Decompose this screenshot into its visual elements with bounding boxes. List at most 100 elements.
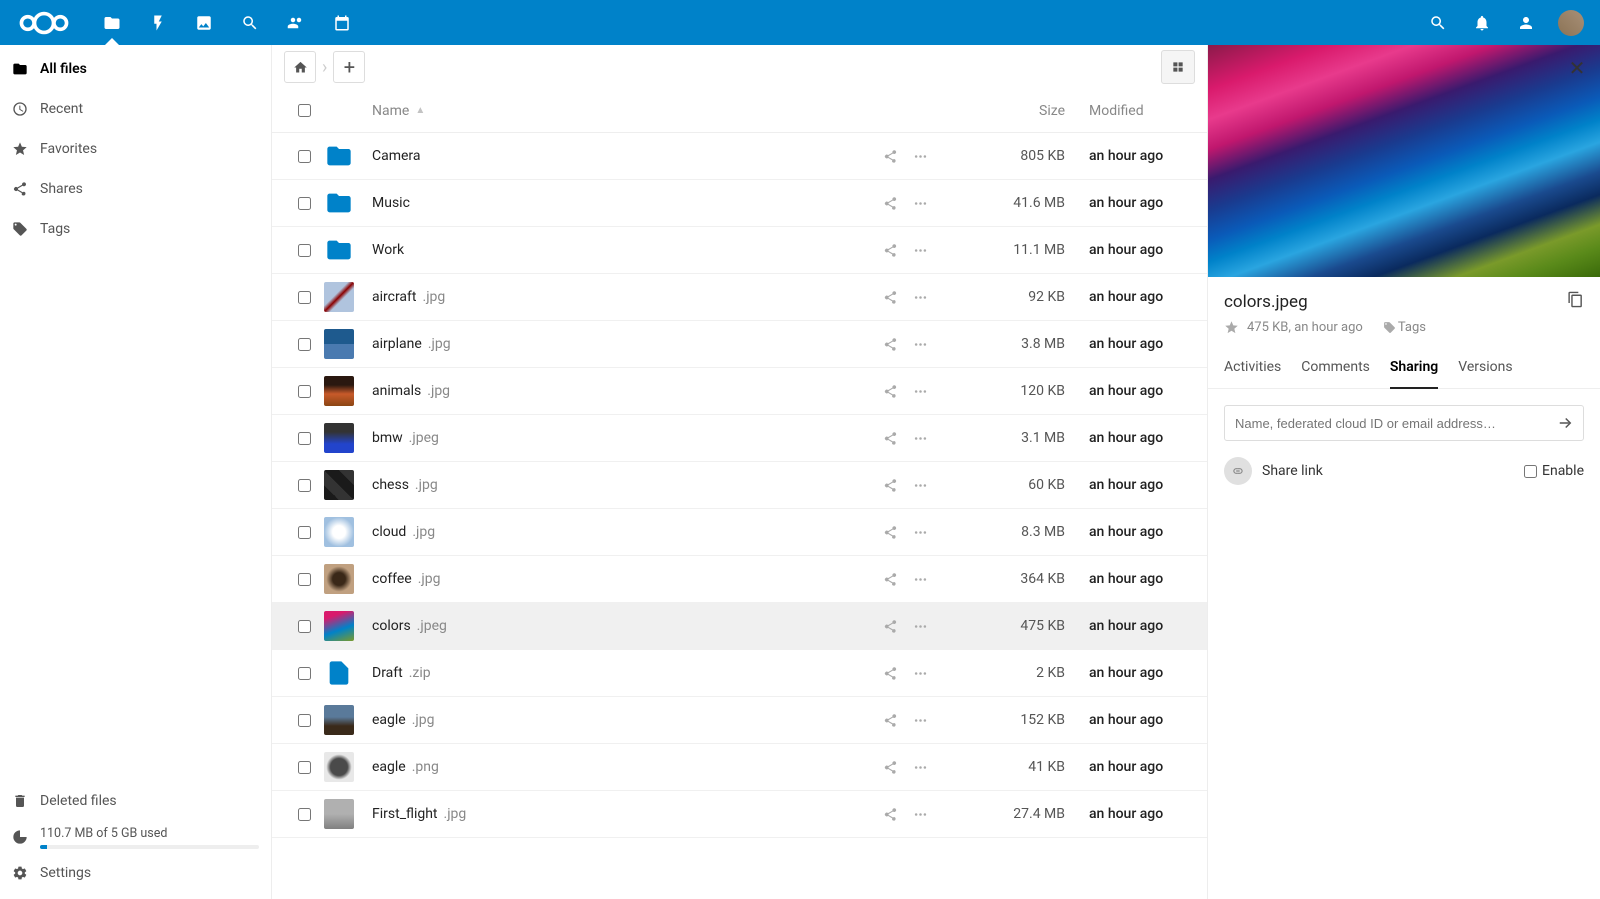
file-row[interactable]: Work11.1 MBan hour ago <box>272 227 1207 274</box>
row-checkbox[interactable] <box>298 338 311 351</box>
new-button[interactable]: + <box>333 51 365 83</box>
more-action[interactable] <box>905 282 935 312</box>
file-row[interactable]: eagle.jpg152 KBan hour ago <box>272 697 1207 744</box>
more-action[interactable] <box>905 658 935 688</box>
modified-column-header[interactable]: Modified <box>1065 103 1195 119</box>
files-app-icon[interactable] <box>92 0 132 45</box>
more-action[interactable] <box>905 705 935 735</box>
share-action[interactable] <box>875 658 905 688</box>
share-action[interactable] <box>875 188 905 218</box>
share-action[interactable] <box>875 329 905 359</box>
row-checkbox[interactable] <box>298 291 311 304</box>
share-action[interactable] <box>875 752 905 782</box>
more-action[interactable] <box>905 376 935 406</box>
share-action[interactable] <box>875 423 905 453</box>
more-action[interactable] <box>905 329 935 359</box>
more-action[interactable] <box>905 235 935 265</box>
file-row[interactable]: cloud.jpg8.3 MBan hour ago <box>272 509 1207 556</box>
file-row[interactable]: Draft.zip2 KBan hour ago <box>272 650 1207 697</box>
row-checkbox[interactable] <box>298 573 311 586</box>
tab-comments[interactable]: Comments <box>1301 359 1370 388</box>
more-action[interactable] <box>905 752 935 782</box>
more-action[interactable] <box>905 423 935 453</box>
file-row[interactable]: eagle.png41 KBan hour ago <box>272 744 1207 791</box>
copy-path-button[interactable] <box>1567 291 1584 312</box>
row-checkbox[interactable] <box>298 432 311 445</box>
enable-link-toggle[interactable]: Enable <box>1524 463 1584 479</box>
grid-view-toggle[interactable] <box>1161 50 1195 84</box>
file-size: 120 KB <box>955 383 1065 399</box>
share-action[interactable] <box>875 799 905 829</box>
contacts-menu-icon[interactable] <box>1506 0 1546 45</box>
share-action[interactable] <box>875 564 905 594</box>
row-checkbox[interactable] <box>298 667 311 680</box>
name-column-header[interactable]: Name▲ <box>372 103 875 119</box>
file-row[interactable]: animals.jpg120 KBan hour ago <box>272 368 1207 415</box>
share-action[interactable] <box>875 705 905 735</box>
share-input[interactable] <box>1225 416 1547 431</box>
more-action[interactable] <box>905 470 935 500</box>
sidebar-item-recent[interactable]: Recent <box>0 89 271 129</box>
sidebar-item-all[interactable]: All files <box>0 49 271 89</box>
activity-app-icon[interactable] <box>138 0 178 45</box>
share-action[interactable] <box>875 376 905 406</box>
more-action[interactable] <box>905 141 935 171</box>
file-row[interactable]: coffee.jpg364 KBan hour ago <box>272 556 1207 603</box>
search-icon[interactable] <box>1418 0 1458 45</box>
row-checkbox[interactable] <box>298 526 311 539</box>
contacts-app-icon[interactable] <box>276 0 316 45</box>
share-action[interactable] <box>875 470 905 500</box>
file-row[interactable]: bmw.jpeg3.1 MBan hour ago <box>272 415 1207 462</box>
star-icon[interactable] <box>1224 320 1239 335</box>
file-name: Work <box>372 242 875 258</box>
avatar[interactable] <box>1558 10 1584 36</box>
size-column-header[interactable]: Size <box>955 103 1065 119</box>
tags-button[interactable]: Tags <box>1383 320 1426 335</box>
file-row[interactable]: chess.jpg60 KBan hour ago <box>272 462 1207 509</box>
share-action[interactable] <box>875 141 905 171</box>
file-row[interactable]: airplane.jpg3.8 MBan hour ago <box>272 321 1207 368</box>
share-action[interactable] <box>875 282 905 312</box>
file-row[interactable]: Music41.6 MBan hour ago <box>272 180 1207 227</box>
more-action[interactable] <box>905 564 935 594</box>
more-action[interactable] <box>905 188 935 218</box>
logo[interactable] <box>8 9 80 37</box>
gallery-app-icon[interactable] <box>184 0 224 45</box>
row-checkbox[interactable] <box>298 761 311 774</box>
home-crumb[interactable] <box>284 51 316 83</box>
sidebar-item-fav[interactable]: Favorites <box>0 129 271 169</box>
tab-versions[interactable]: Versions <box>1458 359 1512 388</box>
file-row[interactable]: aircraft.jpg92 KBan hour ago <box>272 274 1207 321</box>
file-row[interactable]: colors.jpeg475 KBan hour ago <box>272 603 1207 650</box>
share-action[interactable] <box>875 611 905 641</box>
deleted-files-nav[interactable]: Deleted files <box>0 783 271 819</box>
row-checkbox[interactable] <box>298 385 311 398</box>
row-checkbox[interactable] <box>298 808 311 821</box>
more-action[interactable] <box>905 611 935 641</box>
row-checkbox[interactable] <box>298 479 311 492</box>
search-app-icon[interactable] <box>230 0 270 45</box>
sidebar-item-shares[interactable]: Shares <box>0 169 271 209</box>
row-checkbox[interactable] <box>298 150 311 163</box>
file-row[interactable]: First_flight.jpg27.4 MBan hour ago <box>272 791 1207 838</box>
tab-sharing[interactable]: Sharing <box>1390 359 1438 389</box>
calendar-app-icon[interactable] <box>322 0 362 45</box>
share-submit-button[interactable] <box>1547 405 1583 441</box>
notifications-icon[interactable] <box>1462 0 1502 45</box>
share-action[interactable] <box>875 235 905 265</box>
close-panel-button[interactable]: ✕ <box>1564 55 1590 81</box>
sidebar-item-tags[interactable]: Tags <box>0 209 271 249</box>
sidebar: All filesRecentFavoritesSharesTags Delet… <box>0 45 272 899</box>
row-checkbox[interactable] <box>298 714 311 727</box>
select-all-checkbox[interactable] <box>298 104 311 117</box>
row-checkbox[interactable] <box>298 620 311 633</box>
more-action[interactable] <box>905 799 935 829</box>
enable-checkbox[interactable] <box>1524 465 1537 478</box>
tab-activities[interactable]: Activities <box>1224 359 1281 388</box>
more-action[interactable] <box>905 517 935 547</box>
row-checkbox[interactable] <box>298 197 311 210</box>
settings-nav[interactable]: Settings <box>0 855 271 891</box>
share-action[interactable] <box>875 517 905 547</box>
row-checkbox[interactable] <box>298 244 311 257</box>
file-row[interactable]: Camera805 KBan hour ago <box>272 133 1207 180</box>
